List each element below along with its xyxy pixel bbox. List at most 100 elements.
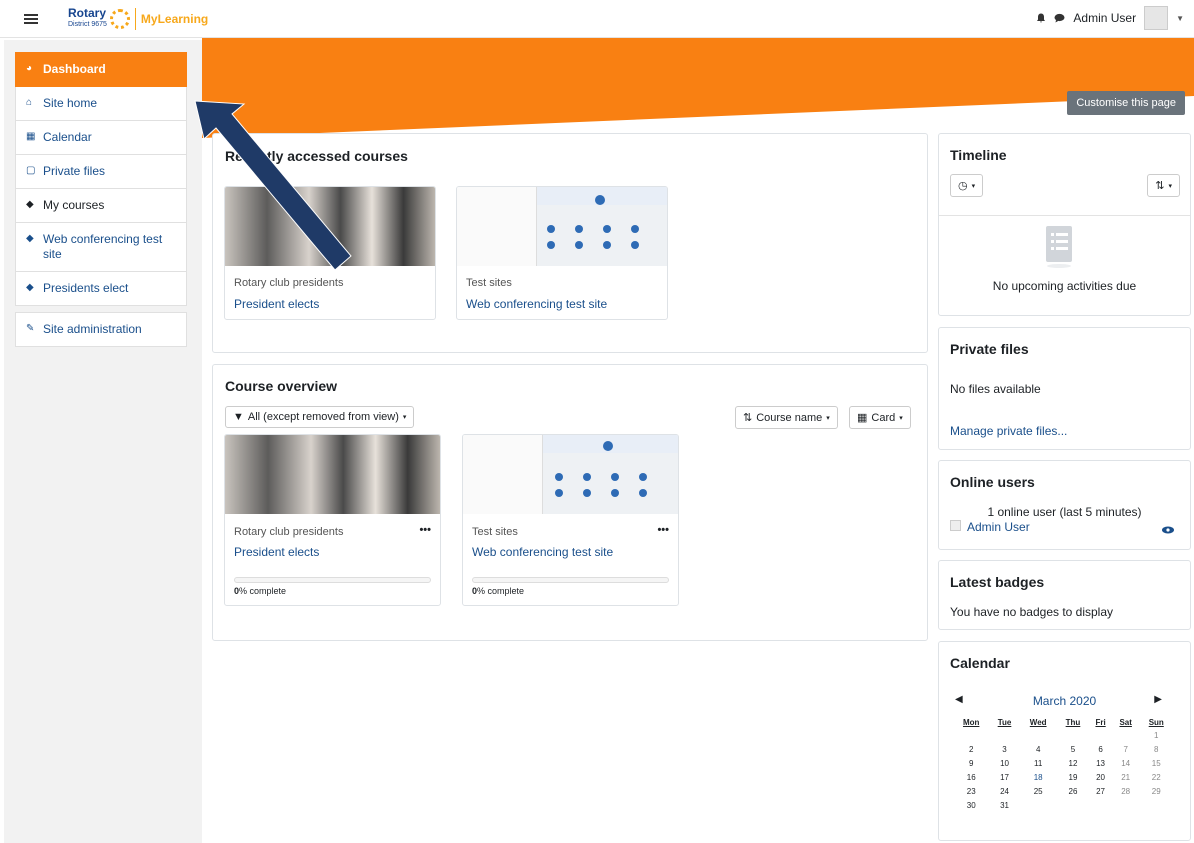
- weekday-label: Fri: [1095, 718, 1106, 727]
- nav-drawer-list: ◕ Dashboard ⌂ Site home ▦ Calendar ▢ Pri…: [15, 52, 187, 347]
- sidebar-item-site-administration[interactable]: ✎ Site administration: [15, 312, 187, 347]
- overview-course-card[interactable]: Rotary club presidents ••• President ele…: [224, 434, 441, 606]
- weekday-label: Sun: [1148, 718, 1164, 727]
- course-name-link[interactable]: Web conferencing test site: [466, 297, 607, 311]
- next-month-icon[interactable]: ▶: [1154, 694, 1162, 705]
- calendar-day[interactable]: 23: [953, 784, 989, 798]
- customise-page-button[interactable]: Customise this page: [1067, 91, 1185, 115]
- brand-text: Rotary District 9675: [68, 7, 107, 30]
- calendar-day[interactable]: 1: [1139, 728, 1173, 742]
- calendar-day[interactable]: 18: [1020, 770, 1057, 784]
- course-menu-icon[interactable]: •••: [419, 524, 431, 536]
- course-image[interactable]: [225, 187, 435, 266]
- calendar-week: 1: [953, 728, 1173, 742]
- sidebar-item-presidents-elect[interactable]: ◆ Presidents elect: [15, 272, 187, 306]
- sidebar-item-my-courses[interactable]: ◆ My courses: [15, 189, 187, 223]
- sort-dropdown[interactable]: ⇅ Course name ▾: [735, 406, 838, 429]
- calendar-day[interactable]: 15: [1139, 756, 1173, 770]
- calendar-empty-cell: [953, 728, 989, 742]
- sidebar-item-calendar[interactable]: ▦ Calendar: [15, 121, 187, 155]
- weekday-label: Mon: [962, 718, 980, 727]
- calendar-day[interactable]: 19: [1057, 770, 1090, 784]
- course-menu-icon[interactable]: •••: [657, 524, 669, 536]
- recent-course-card[interactable]: Test sites Web conferencing test site: [456, 186, 668, 320]
- recent-course-card[interactable]: Rotary club presidents President elects: [224, 186, 436, 320]
- menu-toggle-icon[interactable]: [24, 13, 38, 24]
- calendar-day[interactable]: 12: [1057, 756, 1090, 770]
- view-dropdown[interactable]: ▦ Card ▾: [849, 406, 911, 429]
- calendar-day[interactable]: 14: [1112, 756, 1140, 770]
- calendar-day[interactable]: 25: [1020, 784, 1057, 798]
- user-menu-name[interactable]: Admin User: [1073, 11, 1136, 25]
- calendar-day[interactable]: 13: [1089, 756, 1112, 770]
- view-dropdown-label: Card: [871, 411, 896, 424]
- filter-dropdown-label: All (except removed from view): [247, 411, 399, 423]
- course-category: Test sites: [472, 526, 518, 538]
- calendar-day[interactable]: 31: [989, 798, 1019, 812]
- calendar-day[interactable]: 29: [1139, 784, 1173, 798]
- sidebar-item-dashboard[interactable]: ◕ Dashboard: [15, 52, 187, 87]
- course-image[interactable]: [225, 435, 440, 514]
- graduation-cap-icon: ◆: [26, 199, 34, 210]
- course-image[interactable]: [463, 435, 678, 514]
- calendar-empty-cell: [989, 728, 1019, 742]
- calendar-day[interactable]: 28: [1112, 784, 1140, 798]
- calendar-day[interactable]: 16: [953, 770, 989, 784]
- calendar-day[interactable]: 26: [1057, 784, 1090, 798]
- calendar-day[interactable]: 9: [953, 756, 989, 770]
- badges-empty-text: You have no badges to display: [950, 605, 1114, 619]
- calendar-day[interactable]: 8: [1139, 742, 1173, 756]
- banner-curve: [202, 96, 1194, 138]
- sidebar-item-web-conferencing[interactable]: ◆ Web conferencing test site: [15, 223, 187, 272]
- calendar-day[interactable]: 10: [989, 756, 1019, 770]
- weekday-label: Sat: [1119, 718, 1132, 727]
- manage-private-files-link[interactable]: Manage private files...: [950, 424, 1067, 438]
- calendar-day[interactable]: 24: [989, 784, 1019, 798]
- calendar-day[interactable]: 4: [1020, 742, 1057, 756]
- course-image[interactable]: [457, 187, 667, 266]
- user-menu-caret-icon[interactable]: ▼: [1176, 14, 1184, 23]
- calendar-day[interactable]: 17: [989, 770, 1019, 784]
- calendar-day[interactable]: 30: [953, 798, 989, 812]
- course-name-link[interactable]: President elects: [234, 545, 319, 559]
- calendar-day[interactable]: 22: [1139, 770, 1173, 784]
- eye-icon[interactable]: [1162, 526, 1174, 534]
- top-navbar: Rotary District 9675 MyLearning Admin Us…: [0, 0, 1194, 38]
- course-name-link[interactable]: President elects: [234, 297, 319, 311]
- calendar-day[interactable]: 27: [1089, 784, 1112, 798]
- timeline-divider: [939, 215, 1190, 216]
- course-category: Rotary club presidents: [234, 277, 344, 289]
- sidebar-item-private-files[interactable]: ▢ Private files: [15, 155, 187, 189]
- calendar-day[interactable]: 11: [1020, 756, 1057, 770]
- dashboard-icon: ◕: [26, 63, 33, 74]
- filter-dropdown[interactable]: ▼ All (except removed from view) ▾: [225, 406, 415, 428]
- calendar-block: Calendar ◀ March 2020 ▶ Mon Tue Wed Thu Fri S…: [938, 641, 1191, 841]
- calendar-empty-cell: [1089, 728, 1112, 742]
- notification-bell-icon[interactable]: [1036, 13, 1046, 23]
- sidebar-item-label: Web conferencing test site: [43, 232, 163, 261]
- calendar-day[interactable]: 5: [1057, 742, 1090, 756]
- progress-suffix: % complete: [477, 586, 525, 596]
- progress-bar: [234, 577, 431, 583]
- online-user-link[interactable]: Admin User: [967, 520, 1030, 534]
- sidebar-item-site-home[interactable]: ⌂ Site home: [15, 87, 187, 121]
- overview-course-card[interactable]: Test sites ••• Web conferencing test sit…: [462, 434, 679, 606]
- sort-dropdown-label: Course name: [756, 411, 823, 424]
- calendar-day[interactable]: 21: [1112, 770, 1140, 784]
- timeline-filter-dropdown[interactable]: ◷ ▾: [950, 174, 984, 197]
- calendar-day[interactable]: 7: [1112, 742, 1140, 756]
- site-logo[interactable]: Rotary District 9675 MyLearning: [68, 7, 208, 30]
- calendar-day[interactable]: 20: [1089, 770, 1112, 784]
- calendar-month-link[interactable]: March 2020: [939, 694, 1190, 708]
- course-name-link[interactable]: Web conferencing test site: [472, 545, 613, 559]
- calendar-day[interactable]: 2: [953, 742, 989, 756]
- avatar[interactable]: [1144, 6, 1169, 30]
- messages-icon[interactable]: [1054, 13, 1065, 23]
- chevron-down-icon: ▾: [402, 414, 407, 421]
- weekday-label: Wed: [1029, 718, 1047, 727]
- calendar-day[interactable]: 3: [989, 742, 1019, 756]
- wrench-icon: ✎: [26, 323, 35, 334]
- calendar-day[interactable]: 6: [1089, 742, 1112, 756]
- file-icon: ▢: [26, 165, 36, 176]
- timeline-sort-dropdown[interactable]: ⇅ ▾: [1147, 174, 1180, 197]
